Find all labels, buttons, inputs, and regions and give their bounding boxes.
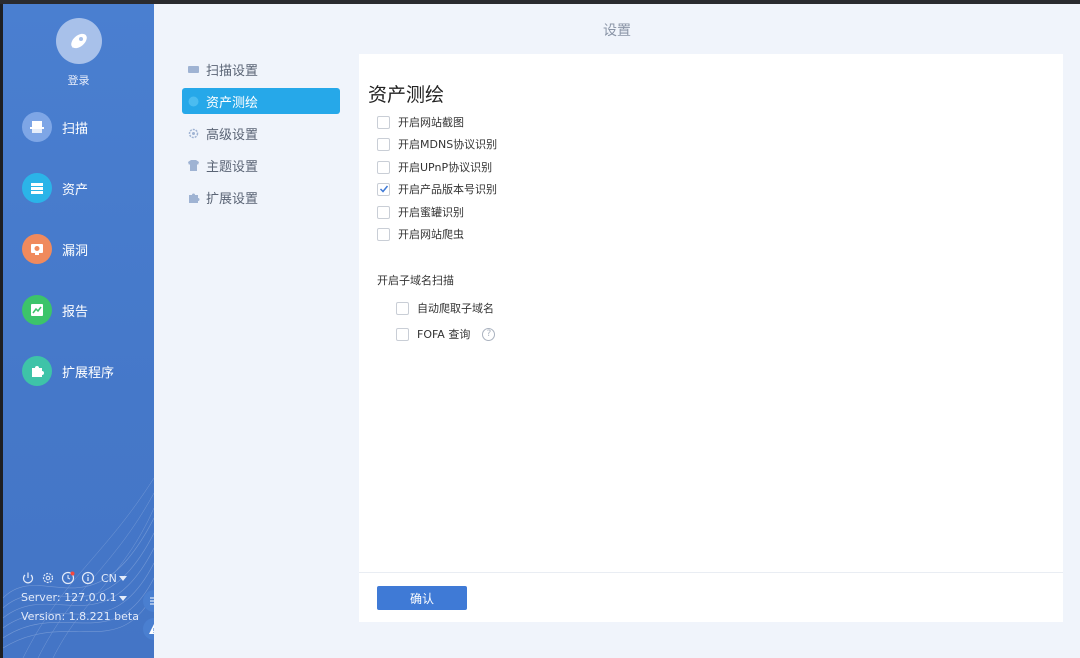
subdomain-section-label: 开启子域名扫描 <box>377 274 454 287</box>
checkbox[interactable] <box>377 137 390 151</box>
confirm-button[interactable]: 确认 <box>377 586 467 610</box>
user-avatar[interactable] <box>56 18 102 64</box>
language-label: CN <box>101 571 117 585</box>
submenu-item-scan-settings[interactable]: 扫描设置 <box>182 56 340 82</box>
server-selector[interactable]: Server: 127.0.0.1 <box>21 591 139 605</box>
submenu-item-theme-settings[interactable]: 主题设置 <box>182 152 340 178</box>
option-label: 开启网站截图 <box>398 116 464 129</box>
submenu-label: 扩展设置 <box>206 191 259 207</box>
nav-label-vulns: 漏洞 <box>62 243 89 259</box>
settings-panel: 资产测绘 开启网站截图 开启MDNS协议识别 开启UPnP协议识别 开启产品版本… <box>359 54 1063 622</box>
submenu-label: 资产测绘 <box>206 95 259 111</box>
option-website-screenshot[interactable]: 开启网站截图 <box>377 114 464 130</box>
nav-item-assets[interactable]: 资产 <box>22 172 152 204</box>
version-label: Version: 1.8.221 beta <box>21 610 139 623</box>
extension-settings-icon <box>186 190 200 204</box>
checkbox[interactable] <box>396 327 409 341</box>
page-title: 设置 <box>603 23 631 39</box>
scan-settings-icon <box>186 62 200 76</box>
chevron-down-icon <box>118 576 127 581</box>
submenu-label: 高级设置 <box>206 127 259 143</box>
nav-item-extensions[interactable]: 扩展程序 <box>22 355 152 387</box>
advanced-settings-icon <box>186 126 200 140</box>
submenu-item-extension-settings[interactable]: 扩展设置 <box>182 184 340 210</box>
language-selector[interactable]: CN <box>101 572 127 585</box>
nav-label-extensions: 扩展程序 <box>62 365 115 381</box>
vuln-icon <box>22 234 52 264</box>
checkbox[interactable] <box>377 227 390 241</box>
option-mdns[interactable]: 开启MDNS协议识别 <box>377 136 497 152</box>
scan-icon <box>22 112 52 142</box>
theme-settings-icon <box>186 158 200 172</box>
gear-icon[interactable] <box>41 571 55 585</box>
nav-item-scan[interactable]: 扫描 <box>22 111 152 143</box>
option-label: 开启UPnP协议识别 <box>398 161 493 174</box>
sidebar-footer: CN Server: 127.0.0.1 Version: 1.8.221 be… <box>21 570 139 624</box>
divider <box>359 572 1063 573</box>
sidebar-decoration <box>3 477 154 658</box>
checkbox[interactable] <box>377 115 390 129</box>
option-honeypot[interactable]: 开启蜜罐识别 <box>377 204 464 220</box>
nav-label-reports: 报告 <box>62 304 89 320</box>
option-auto-crawl-subdomain[interactable]: 自动爬取子域名 <box>396 300 494 316</box>
submenu-label: 主题设置 <box>206 159 259 175</box>
sidebar: 登录 扫描 资产 漏洞 报告 扩展程序 CN Server: 127.0.0.1… <box>3 4 154 658</box>
main-area: 设置 扫描设置 资产测绘 高级设置 主题设置 扩展设置 资产测绘 开启网站截图 <box>154 4 1080 658</box>
clock-icon[interactable] <box>61 571 75 585</box>
checkbox[interactable] <box>377 160 390 174</box>
checkbox[interactable] <box>377 205 390 219</box>
option-label: 开启MDNS协议识别 <box>398 138 498 151</box>
asset-icon <box>22 173 52 203</box>
info-icon[interactable] <box>81 571 95 585</box>
option-web-crawler[interactable]: 开启网站爬虫 <box>377 226 464 242</box>
help-icon[interactable]: ? <box>482 327 496 341</box>
checkbox[interactable] <box>396 301 409 315</box>
option-fofa-query[interactable]: FOFA 查询 ? <box>396 326 496 342</box>
extension-icon <box>22 356 52 386</box>
nav-label-assets: 资产 <box>62 182 89 198</box>
report-icon <box>22 295 52 325</box>
option-label: FOFA 查询 <box>417 328 471 341</box>
option-product-version[interactable]: 开启产品版本号识别 <box>377 181 497 197</box>
submenu-item-asset-mapping[interactable]: 资产测绘 <box>182 88 340 114</box>
asset-mapping-icon <box>186 94 200 108</box>
option-label: 自动爬取子域名 <box>417 302 494 315</box>
power-icon[interactable] <box>21 571 35 585</box>
submenu-item-advanced-settings[interactable]: 高级设置 <box>182 120 340 146</box>
option-label: 开启产品版本号识别 <box>398 183 497 196</box>
chevron-down-icon <box>118 595 127 601</box>
nav-item-reports[interactable]: 报告 <box>22 294 152 326</box>
panel-title: 资产测绘 <box>368 84 445 106</box>
login-label[interactable]: 登录 <box>3 72 154 88</box>
rocket-icon <box>71 33 87 49</box>
nav-label-scan: 扫描 <box>62 121 89 137</box>
checkbox-checked[interactable] <box>377 182 390 196</box>
submenu-label: 扫描设置 <box>206 63 259 79</box>
option-upnp[interactable]: 开启UPnP协议识别 <box>377 159 492 175</box>
checkmark-icon <box>379 185 388 193</box>
option-label: 开启网站爬虫 <box>398 228 464 241</box>
settings-submenu: 扫描设置 资产测绘 高级设置 主题设置 扩展设置 <box>182 56 340 216</box>
nav-item-vulns[interactable]: 漏洞 <box>22 233 152 265</box>
option-label: 开启蜜罐识别 <box>398 206 464 219</box>
server-label: Server: 127.0.0.1 <box>21 591 117 604</box>
